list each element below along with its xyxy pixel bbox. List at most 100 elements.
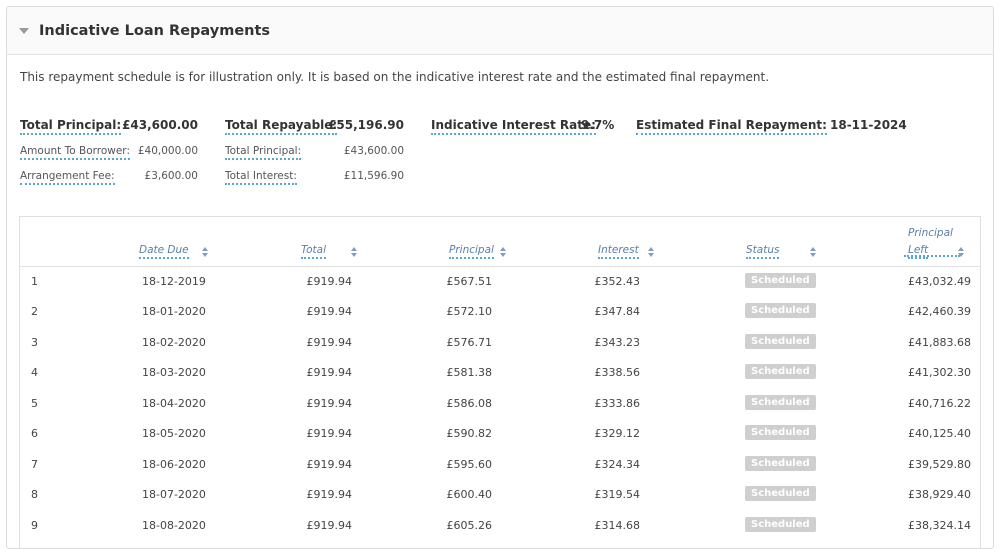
row-total: £919.94 — [306, 275, 353, 288]
row-principal: £586.08 — [446, 397, 493, 410]
row-interest: £324.34 — [594, 458, 641, 471]
row-total: £919.94 — [306, 397, 353, 410]
row-date-due: 18-08-2020 — [142, 519, 206, 532]
row-principal: £576.71 — [446, 336, 493, 349]
total-interest-label[interactable]: Total Interest: — [225, 170, 297, 185]
row-number: 4 — [31, 366, 38, 379]
row-date-due: 18-06-2020 — [142, 458, 206, 471]
row-principal-left: £40,716.22 — [908, 397, 971, 410]
row-number: 9 — [31, 519, 38, 532]
row-principal-left: £39,529.80 — [908, 458, 971, 471]
sort-icon[interactable] — [500, 247, 508, 259]
row-principal-left: £40,125.40 — [908, 427, 971, 440]
row-principal-left: £41,883.68 — [908, 336, 971, 349]
header-principal[interactable]: Principal — [449, 244, 494, 259]
row-total: £919.94 — [306, 488, 353, 501]
header-interest-label: Interest — [598, 244, 639, 259]
status-badge: Scheduled — [745, 395, 816, 410]
row-principal: £590.82 — [446, 427, 493, 440]
row-date-due: 18-01-2020 — [142, 305, 206, 318]
loan-repayments-panel: Indicative Loan Repayments This repaymen… — [6, 6, 994, 549]
row-total: £919.94 — [306, 305, 353, 318]
table-row: 6 18-05-2020 £919.94 £590.82 £329.12 £40,125.… — [20, 419, 980, 449]
row-date-due: 18-07-2020 — [142, 488, 206, 501]
row-principal-left: £43,032.49 — [908, 275, 971, 288]
row-interest: £314.68 — [594, 519, 641, 532]
status-badge: Scheduled — [745, 456, 816, 471]
status-badge: Scheduled — [745, 303, 816, 318]
header-interest[interactable]: Interest — [598, 244, 639, 259]
status-badge: Scheduled — [745, 364, 816, 379]
sort-icon[interactable] — [958, 247, 966, 259]
table-row: 9 18-08-2020 £919.94 £605.26 £314.68 £38,324.… — [20, 511, 980, 541]
row-date-due: 18-04-2020 — [142, 397, 206, 410]
total-interest-value: £11,596.90 — [343, 170, 404, 182]
status-badge: Scheduled — [745, 273, 816, 288]
row-date-due: 18-05-2020 — [142, 427, 206, 440]
final-repayment-value: 18-11-2024 — [830, 118, 907, 132]
amount-to-borrower-label[interactable]: Amount To Borrower: — [20, 145, 130, 160]
row-number: 8 — [31, 488, 38, 501]
row-number: 5 — [31, 397, 38, 410]
row-interest: £319.54 — [594, 488, 641, 501]
final-repayment-label[interactable]: Estimated Final Repayment: — [636, 118, 827, 135]
status-badge: Scheduled — [745, 425, 816, 440]
row-number: 7 — [31, 458, 38, 471]
interest-rate-label[interactable]: Indicative Interest Rate: — [431, 118, 596, 135]
row-interest: £352.43 — [594, 275, 641, 288]
row-date-due: 18-02-2020 — [142, 336, 206, 349]
caret-down-icon[interactable] — [19, 28, 29, 34]
table-row: 2 18-01-2020 £919.94 £572.10 £347.84 £42,460.… — [20, 297, 980, 327]
table-row: 5 18-04-2020 £919.94 £586.08 £333.86 £40,716.… — [20, 389, 980, 419]
table-header: Date Due Total Principal Interest Status… — [20, 217, 980, 267]
row-interest: £347.84 — [594, 305, 641, 318]
status-badge: Scheduled — [745, 517, 816, 532]
row-interest: £338.56 — [594, 366, 641, 379]
row-number: 2 — [31, 305, 38, 318]
table-row: 4 18-03-2020 £919.94 £581.38 £338.56 £41,302.… — [20, 358, 980, 388]
row-principal-left: £41,302.30 — [908, 366, 971, 379]
total-principal-label[interactable]: Total Principal: — [20, 118, 122, 135]
total-repayable-label[interactable]: Total Repayable: — [225, 118, 338, 135]
panel-title: Indicative Loan Repayments — [39, 22, 271, 39]
row-principal: £600.40 — [446, 488, 493, 501]
total-principal-value: £43,600.00 — [122, 118, 198, 132]
repayable-principal-label[interactable]: Total Principal: — [225, 145, 302, 160]
interest-rate-value: 9.7% — [581, 118, 615, 132]
row-total: £919.94 — [306, 336, 353, 349]
row-number: 3 — [31, 336, 38, 349]
header-principal-left-underline — [904, 255, 961, 257]
header-principal-left-2[interactable]: Left — [904, 244, 961, 259]
row-total: £919.94 — [306, 458, 353, 471]
panel-header-toggle[interactable]: Indicative Loan Repayments — [7, 7, 993, 55]
header-status-label: Status — [746, 244, 780, 259]
arrangement-fee-value: £3,600.00 — [144, 170, 198, 182]
sort-icon[interactable] — [351, 247, 359, 259]
table-row: 3 18-02-2020 £919.94 £576.71 £343.23 £41,883.… — [20, 328, 980, 358]
sort-icon[interactable] — [202, 247, 210, 259]
repayment-schedule-table: Date Due Total Principal Interest Status… — [19, 216, 981, 548]
row-total: £919.94 — [306, 519, 353, 532]
status-badge: Scheduled — [745, 486, 816, 501]
row-principal: £605.26 — [446, 519, 493, 532]
row-principal: £567.51 — [446, 275, 493, 288]
arrangement-fee-label[interactable]: Arrangement Fee: — [20, 170, 115, 185]
row-principal: £581.38 — [446, 366, 493, 379]
table-row: 7 18-06-2020 £919.94 £595.60 £324.34 £39,529.… — [20, 450, 980, 480]
row-date-due: 18-03-2020 — [142, 366, 206, 379]
amount-to-borrower-value: £40,000.00 — [137, 145, 198, 157]
header-status[interactable]: Status — [746, 244, 780, 259]
row-interest: £343.23 — [594, 336, 641, 349]
row-total: £919.94 — [306, 366, 353, 379]
table-row: 1 18-12-2019 £919.94 £567.51 £352.43 £43,032.… — [20, 267, 980, 297]
sort-icon[interactable] — [648, 247, 656, 259]
header-date-due[interactable]: Date Due — [139, 244, 189, 259]
total-repayable-value: £55,196.90 — [328, 118, 404, 132]
table-row: 8 18-07-2020 £919.94 £600.40 £319.54 £38,929.… — [20, 480, 980, 510]
header-total[interactable]: Total — [301, 244, 327, 259]
sort-icon[interactable] — [810, 247, 818, 259]
status-badge: Scheduled — [745, 334, 816, 349]
row-total: £919.94 — [306, 427, 353, 440]
header-principal-left[interactable]: Principal — [908, 227, 953, 239]
header-date-due-label: Date Due — [139, 244, 189, 259]
